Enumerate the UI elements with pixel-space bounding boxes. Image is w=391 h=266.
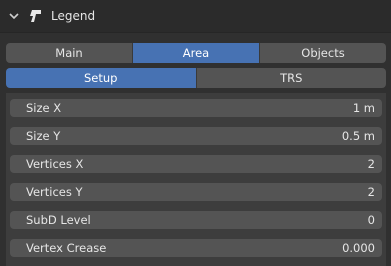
- tab-area[interactable]: Area: [133, 43, 260, 63]
- vertex-crease-value: 0.000: [342, 241, 375, 255]
- vertex-crease-label: Vertex Crease: [26, 241, 107, 255]
- size-y-field[interactable]: Size Y 0.5 m: [10, 127, 382, 145]
- vertices-x-field[interactable]: Vertices X 2: [10, 155, 382, 173]
- subd-level-label: SubD Level: [26, 213, 91, 227]
- legend-icon: [30, 10, 41, 22]
- sub-tab-bar: Setup TRS: [6, 68, 386, 88]
- size-x-field[interactable]: Size X 1 m: [10, 99, 382, 117]
- size-y-value: 0.5 m: [341, 129, 375, 143]
- tab-trs[interactable]: TRS: [196, 68, 386, 88]
- vertex-crease-field[interactable]: Vertex Crease 0.000: [10, 239, 382, 257]
- size-x-label: Size X: [26, 101, 62, 115]
- subd-level-field[interactable]: SubD Level 0: [10, 211, 382, 229]
- tab-main[interactable]: Main: [6, 43, 133, 63]
- vertices-x-label: Vertices X: [26, 157, 84, 171]
- size-x-value: 1 m: [352, 101, 375, 115]
- subd-level-value: 0: [367, 213, 375, 227]
- vertices-x-value: 2: [367, 157, 375, 171]
- chevron-down-icon[interactable]: [8, 10, 20, 22]
- vertices-y-label: Vertices Y: [26, 185, 83, 199]
- vertices-y-value: 2: [367, 185, 375, 199]
- vertices-y-field[interactable]: Vertices Y 2: [10, 183, 382, 201]
- tab-setup[interactable]: Setup: [6, 68, 197, 88]
- size-y-label: Size Y: [26, 129, 61, 143]
- main-tab-bar: Main Area Objects: [6, 43, 386, 63]
- panel-title: Legend: [51, 9, 96, 23]
- properties-panel: Size X 1 m Size Y 0.5 m Vertices X 2 Ver…: [6, 93, 386, 266]
- panel-header[interactable]: Legend: [0, 0, 391, 33]
- tab-objects[interactable]: Objects: [260, 43, 386, 63]
